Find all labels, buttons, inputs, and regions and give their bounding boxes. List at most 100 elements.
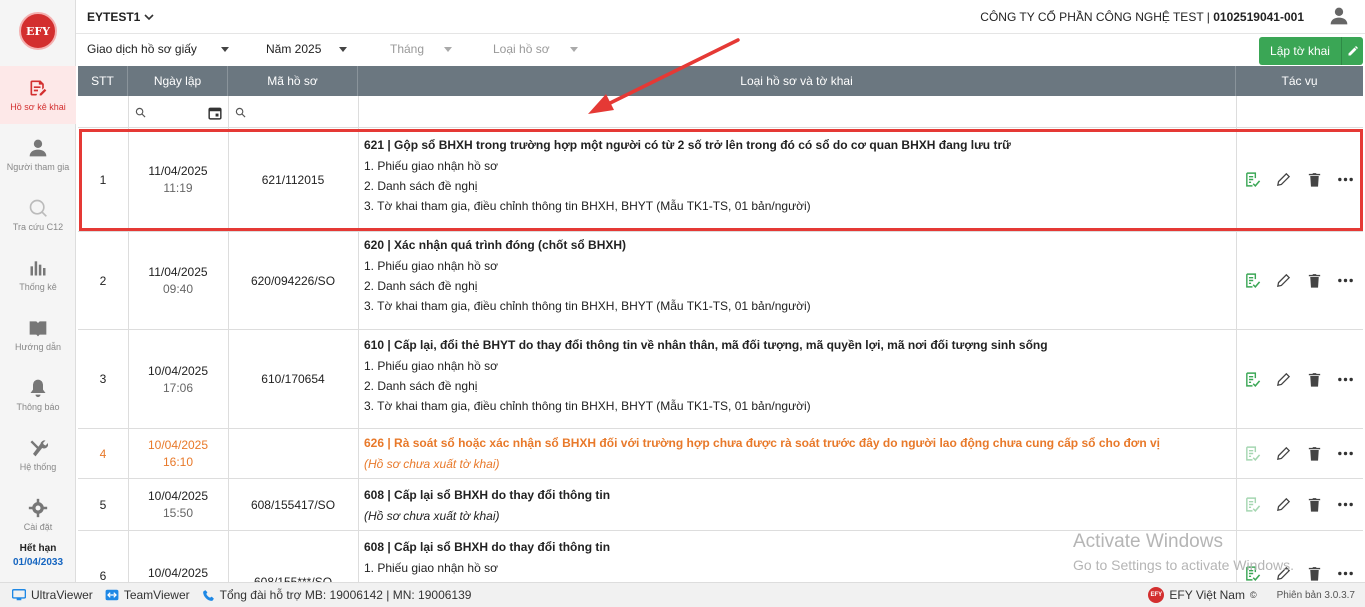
more-options-icon[interactable]: [1337, 272, 1354, 289]
month-select[interactable]: Tháng: [390, 42, 453, 56]
sidebar-item-statistics[interactable]: Thống kê: [0, 246, 76, 304]
sidebar-item-label: Người tham gia: [6, 162, 70, 172]
transaction-type-select[interactable]: Giao dịch hồ sơ giấy: [87, 42, 229, 56]
row-code: 608/155417/SO: [250, 497, 336, 512]
row-code: [228, 429, 358, 478]
row-time-value: 09:40: [162, 282, 194, 296]
trash-icon[interactable]: [1306, 565, 1323, 582]
more-options-icon[interactable]: [1337, 371, 1354, 388]
document-item[interactable]: 1. Phiếu giao nhận hồ sơ: [364, 259, 811, 273]
watermark-title: Activate Windows: [1073, 531, 1223, 552]
document-item[interactable]: 1. Phiếu giao nhận hồ sơ: [364, 561, 610, 575]
row-documents: 610 | Cấp lại, đổi thẻ BHYT do thay đổi …: [364, 338, 1048, 419]
support-text: Tổng đài hỗ trợ MB: 19006142 | MN: 19006…: [219, 588, 472, 602]
row-actions: [1235, 479, 1363, 530]
table-row[interactable]: 5 10/04/2025 15:50 608/155417/SO 608 | C…: [78, 479, 1363, 531]
record-title[interactable]: 608 | Cấp lại sổ BHXH do thay đổi thông …: [364, 488, 610, 502]
bar-chart-icon: [30, 261, 46, 276]
row-date-value: 10/04/2025: [147, 566, 209, 580]
table-row[interactable]: 4 10/04/2025 16:10 626 | Rà soát sổ hoặc…: [78, 429, 1363, 479]
expiry-label: Hết hạn: [19, 543, 57, 554]
edit-pencil-icon[interactable]: [1275, 171, 1292, 188]
trash-icon[interactable]: [1306, 445, 1323, 462]
submit-check-icon[interactable]: [1244, 371, 1261, 388]
document-item[interactable]: 2. Danh sách đề nghị: [364, 379, 1048, 393]
row-stt: 3: [99, 372, 107, 386]
row-stt: 6: [99, 569, 107, 582]
submit-check-icon[interactable]: [1244, 496, 1261, 513]
sidebar-item-lookup-c12[interactable]: Tra cứu C12: [0, 186, 76, 244]
col-date[interactable]: Ngày lập: [128, 66, 228, 96]
row-code: 620/094226/SO: [250, 273, 336, 288]
edit-pencil-icon[interactable]: [1275, 272, 1292, 289]
document-item[interactable]: 1. Phiếu giao nhận hồ sơ: [364, 359, 1048, 373]
create-declaration-label: Lập tờ khai: [1270, 44, 1330, 58]
submit-check-icon[interactable]: [1244, 445, 1261, 462]
document-item[interactable]: 3. Tờ khai tham gia, điều chỉnh thông ti…: [364, 199, 1011, 213]
table-row[interactable]: 1 11/04/2025 11:19 621/112015 621 | Gộp …: [78, 128, 1363, 232]
sidebar-item-participants[interactable]: Người tham gia: [0, 126, 76, 184]
sidebar-item-settings[interactable]: Cài đặt: [0, 486, 76, 544]
edit-pencil-icon[interactable]: [1275, 445, 1292, 462]
gear-icon: [28, 498, 48, 518]
sidebar: EFY Hồ sơ kê khai Người tham gia Tra cứu…: [0, 0, 76, 582]
document-item[interactable]: 1. Phiếu giao nhận hồ sơ: [364, 159, 1011, 173]
record-title[interactable]: 608 | Cấp lại sổ BHXH do thay đổi thông …: [364, 540, 610, 554]
document-item[interactable]: 3. Tờ khai tham gia, điều chỉnh thông ti…: [364, 399, 1048, 413]
calendar-icon[interactable]: [208, 106, 222, 120]
month-placeholder: Tháng: [390, 42, 425, 56]
year-select[interactable]: Năm 2025: [266, 42, 348, 56]
record-title[interactable]: 621 | Gộp sổ BHXH trong trường hợp một n…: [364, 138, 1011, 152]
table-row[interactable]: 3 10/04/2025 17:06 610/170654 610 | Cấp …: [78, 330, 1363, 429]
record-title[interactable]: 610 | Cấp lại, đổi thẻ BHYT do thay đổi …: [364, 338, 1048, 352]
edit-pencil-icon[interactable]: [1275, 371, 1292, 388]
row-actions: [1235, 232, 1363, 329]
record-note: (Hồ sơ chưa xuất tờ khai): [364, 457, 500, 471]
user-account-icon[interactable]: [1329, 6, 1349, 26]
company-name: CÔNG TY CỔ PHẦN CÔNG NGHỆ TEST: [980, 10, 1204, 24]
record-title[interactable]: 626 | Rà soát sổ hoặc xác nhận sổ BHXH đ…: [364, 436, 1160, 450]
person-icon: [29, 139, 47, 157]
efy-brand[interactable]: EFY EFY Việt Nam ©: [1148, 587, 1257, 603]
license-expiry: Hết hạn 01/04/2033: [0, 543, 76, 568]
create-declaration-button[interactable]: Lập tờ khai: [1259, 37, 1363, 65]
efy-logo[interactable]: EFY: [19, 12, 57, 50]
record-title[interactable]: 620 | Xác nhận quá trình đóng (chốt sổ B…: [364, 238, 811, 252]
top-header: EYTEST1 CÔNG TY CỔ PHẦN CÔNG NGHỆ TEST |…: [76, 0, 1365, 34]
activation-watermark: Activate Windows Go to Settings to activ…: [1073, 531, 1294, 573]
row-code: 621/112015: [261, 172, 325, 187]
sidebar-item-records[interactable]: Hồ sơ kê khai: [0, 66, 76, 124]
more-options-icon[interactable]: [1337, 496, 1354, 513]
trash-icon[interactable]: [1306, 272, 1323, 289]
sidebar-item-system[interactable]: Hệ thống: [0, 426, 76, 484]
record-type-select[interactable]: Loại hồ sơ: [493, 42, 578, 56]
sidebar-item-notifications[interactable]: Thông báo: [0, 366, 76, 424]
sidebar-item-guide[interactable]: Hướng dẫn: [0, 306, 76, 364]
bell-icon: [30, 379, 46, 398]
company-info: CÔNG TY CỔ PHẦN CÔNG NGHỆ TEST | 0102519…: [980, 10, 1304, 24]
date-search-icon[interactable]: [135, 107, 146, 118]
submit-check-icon[interactable]: [1244, 272, 1261, 289]
document-item[interactable]: 2. Danh sách đề nghị: [364, 179, 1011, 193]
teamviewer-link[interactable]: TeamViewer: [105, 588, 190, 602]
document-item[interactable]: 3. Tờ khai tham gia, điều chỉnh thông ti…: [364, 299, 811, 313]
trash-icon[interactable]: [1306, 496, 1323, 513]
watermark-subtitle: Go to Settings to activate Windows.: [1073, 557, 1294, 573]
trash-icon[interactable]: [1306, 371, 1323, 388]
tools-icon: [30, 440, 48, 457]
row-time-value: 16:10: [162, 455, 194, 469]
trash-icon[interactable]: [1306, 171, 1323, 188]
submit-check-icon[interactable]: [1244, 171, 1261, 188]
tenant-switcher[interactable]: EYTEST1: [87, 10, 154, 24]
document-item[interactable]: 2. Danh sách đề nghị: [364, 279, 811, 293]
more-options-icon[interactable]: [1337, 565, 1354, 582]
code-search-icon[interactable]: [235, 107, 246, 118]
more-options-icon[interactable]: [1337, 445, 1354, 462]
table-row[interactable]: 2 11/04/2025 09:40 620/094226/SO 620 | X…: [78, 232, 1363, 330]
col-code[interactable]: Mã hồ sơ: [228, 66, 358, 96]
more-options-icon[interactable]: [1337, 171, 1354, 188]
book-icon: [29, 321, 47, 337]
row-date: 10/04/2025: [128, 563, 228, 582]
ultraviewer-link[interactable]: UltraViewer: [12, 588, 93, 602]
edit-pencil-icon[interactable]: [1275, 496, 1292, 513]
